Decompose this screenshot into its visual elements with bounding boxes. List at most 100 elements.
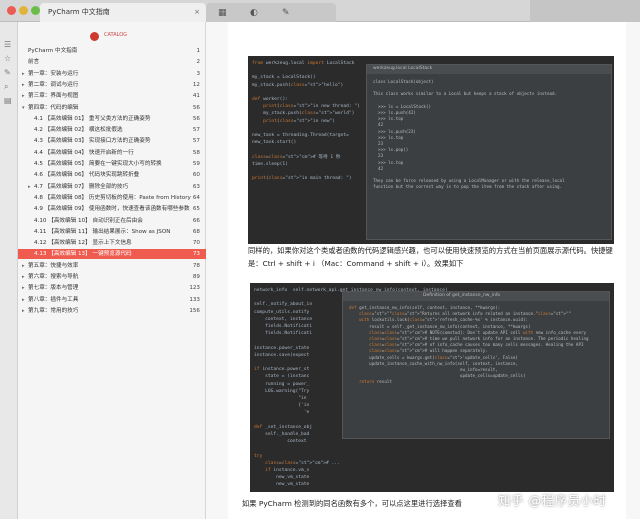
toc-item-page: 156 — [189, 307, 200, 314]
toc-item[interactable]: 4.11 【高效编辑 11】 输出结果展示：Show as JSON 68 — [18, 227, 206, 237]
toc-item-page: 57 — [192, 127, 200, 134]
toc-item[interactable]: 4.13 【高效编辑 13】 一键预览源代码 73 — [18, 249, 206, 260]
toc-item-page: 56 — [192, 115, 200, 122]
close-tab-icon[interactable]: × — [194, 3, 200, 22]
document-tab[interactable]: PyCharm 中文指南 × — [40, 3, 206, 22]
toc-item-page: 1 — [196, 48, 200, 54]
app-window: PyCharm 中文指南 × ▦ ◐ ✎ ☰ ☆ ✎ ⌕ ▤ CATALOG P… — [0, 0, 640, 519]
toc-item-label: 4.2 【高效编辑 02】 横这松批假选 — [34, 127, 123, 134]
quick-doc-popup-header: werkzeug.local LocalStack — [367, 65, 611, 74]
toc-item-page: 56 — [192, 104, 200, 111]
toc-item[interactable]: ▸ 4.7 【高效编辑 07】 删除全部的技巧 63 — [18, 182, 206, 192]
toc-item[interactable]: ▸ 第八章：插件与工具 133 — [18, 295, 206, 305]
toc-item[interactable]: 4.8 【高效编辑 08】 历史剪切板的使用：Paste from Histor… — [18, 193, 206, 203]
toc-item-label: 4.7 【高效编辑 07】 删除全部的技巧 — [34, 183, 129, 190]
search-icon[interactable]: ⌕ — [4, 82, 8, 92]
list-icon[interactable]: ☰ — [4, 40, 11, 49]
toc-item-label: 4.4 【高效编辑 04】 快速开启新的一行 — [34, 149, 134, 156]
document-area: from werkzeug.local import LocalStack my… — [206, 22, 640, 519]
toc-item[interactable]: ▸ 第二章：调试与运行 12 — [18, 80, 206, 90]
chevron-right-icon[interactable]: ▸ — [22, 295, 25, 305]
toc-item-label: PyCharm 中文指南 — [28, 48, 78, 54]
toc-item-page: 78 — [192, 262, 200, 269]
toc-sidebar: CATALOG PyCharm 中文指南 1 前言 2 ▸ 第一章：安装与运行 3 ▸ 第二章：… — [18, 22, 206, 519]
chevron-right-icon[interactable]: ▸ — [22, 69, 25, 79]
toc-item-label: 4.13 【高效编辑 13】 一键预览源代码 — [34, 251, 132, 258]
toc-item[interactable]: 4.12 【高效编辑 12】 显示上下文信息 70 — [18, 238, 206, 248]
toc-item-label: 第二章：调试与运行 — [28, 81, 79, 88]
toc-item[interactable]: ▾ 第四章：代码的编辑 56 — [18, 103, 206, 113]
chevron-right-icon[interactable]: ▸ — [22, 91, 25, 101]
toc-item-page: 66 — [192, 217, 200, 224]
chevron-right-icon[interactable]: ▸ — [22, 80, 25, 90]
star-icon[interactable]: ☆ — [4, 54, 11, 63]
toc-item-label: 4.10 【高效编辑 10】 自动识别正在后由会 — [34, 217, 143, 224]
toc-item-page: 2 — [196, 59, 200, 66]
toc-item-label: 4.8 【高效编辑 08】 历史剪切板的使用：Paste from Histor… — [34, 194, 191, 201]
toc-item[interactable]: ▸ 第三章：界面与视图 41 — [18, 91, 206, 101]
definition-popup-title: Definition of get_instance_nw_info — [423, 293, 501, 298]
left-rail: ☰ ☆ ✎ ⌕ ▤ — [0, 22, 18, 519]
pen-icon[interactable]: ✎ — [282, 8, 290, 19]
maximize-window-button[interactable] — [31, 6, 40, 15]
chevron-down-icon[interactable]: ▾ — [22, 103, 25, 113]
toc-item[interactable]: 4.4 【高效编辑 04】 快速开启新的一行 58 — [18, 148, 206, 158]
toc-item-label: 第六章：搜索与导航 — [28, 274, 79, 280]
toc-item-label: 4.5 【高效编辑 05】 简要在一键实现大小写的转换 — [34, 161, 162, 167]
toc-item-page: 41 — [192, 93, 200, 100]
toc-item[interactable]: 4.10 【高效编辑 10】 自动识别正在后由会 66 — [18, 216, 206, 226]
close-window-button[interactable] — [7, 6, 16, 15]
toc-item[interactable]: 4.1 【高效编辑 01】 重写父类方法的正确姿势 56 — [18, 114, 206, 124]
toc-item-page: 68 — [192, 228, 200, 235]
quick-doc-popup-title: werkzeug.local LocalStack — [373, 66, 433, 71]
grid-icon[interactable]: ▦ — [218, 8, 227, 19]
chevron-right-icon[interactable]: ▸ — [28, 182, 31, 192]
toc-item[interactable]: 4.2 【高效编辑 02】 横这松批假选 57 — [18, 125, 206, 135]
edit-icon[interactable]: ✎ — [4, 68, 11, 77]
toolbar-strip: ▦ ◐ ✎ — [206, 3, 336, 22]
toc-item-page: 59 — [192, 161, 200, 167]
toc-item-page: 63 — [192, 183, 200, 190]
chevron-right-icon[interactable]: ▸ — [22, 306, 25, 316]
toc-item[interactable]: ▸ 第九章：常用的技巧 156 — [18, 306, 206, 316]
toc-item[interactable]: 4.9 【高效编辑 09】 使用函数时，快速查看该函数有哪些参数 65 — [18, 204, 206, 214]
toc-item-label: 第七章：版本与管理 — [28, 285, 79, 292]
toc-item-page: 65 — [192, 206, 200, 213]
document-tab-title: PyCharm 中文指南 — [48, 8, 110, 16]
toc-item-page: 58 — [192, 149, 200, 156]
toc-item[interactable]: ▸ 第五章：快捷与效率 78 — [18, 261, 206, 271]
code-screenshot-2: network_info self.network_api.get_instan… — [250, 283, 614, 492]
toc-item[interactable]: PyCharm 中文指南 1 — [18, 46, 206, 56]
toc-item[interactable]: ▸ 第七章：版本与管理 123 — [18, 283, 206, 293]
toc-item-label: 第九章：常用的技巧 — [28, 307, 79, 314]
toc-item[interactable]: ▸ 第一章：安装与运行 3 — [18, 69, 206, 79]
toc-item-page: 70 — [192, 240, 200, 247]
toc-item-page: 89 — [192, 274, 200, 280]
toc-item-page: 3 — [196, 70, 200, 77]
toc-item[interactable]: 4.3 【高效编辑 03】 实现接口方法的正确姿势 57 — [18, 136, 206, 146]
chevron-right-icon[interactable]: ▸ — [22, 283, 25, 293]
definition-popup-header: Definition of get_instance_nw_info — [343, 292, 609, 301]
toc-item-label: 4.11 【高效编辑 11】 输出结果展示：Show as JSON — [34, 228, 171, 235]
toc-item-label: 第三章：界面与视图 — [28, 93, 79, 100]
toc-item[interactable]: 4.5 【高效编辑 05】 简要在一键实现大小写的转换 59 — [18, 159, 206, 169]
toc-item-page: 73 — [192, 251, 200, 258]
toc-item[interactable]: 前言 2 — [18, 57, 206, 67]
minimize-window-button[interactable] — [19, 6, 28, 15]
chevron-right-icon[interactable]: ▸ — [22, 272, 25, 282]
doc-icon[interactable]: ▤ — [4, 96, 12, 105]
toc-item-label: 前言 — [28, 59, 40, 66]
code-screenshot-1: from werkzeug.local import LocalStack my… — [248, 56, 614, 244]
half-circle-icon[interactable]: ◐ — [250, 8, 258, 19]
toc-item[interactable]: 4.6 【高效编辑 06】 代码块实现跳转折叠 60 — [18, 170, 206, 180]
toc-item-label: 第八章：插件与工具 — [28, 296, 79, 303]
catalog-logo-icon — [90, 32, 99, 41]
toc-item[interactable]: ▸ 第六章：搜索与导航 89 — [18, 272, 206, 282]
toc-item-label: 第五章：快捷与效率 — [28, 262, 79, 269]
toc-item-page: 12 — [192, 81, 200, 88]
chevron-right-icon[interactable]: ▸ — [22, 261, 25, 271]
toc-item-label: 4.3 【高效编辑 03】 实现接口方法的正确姿势 — [34, 138, 151, 145]
title-bar-right — [530, 0, 640, 22]
toc-item-page: 123 — [189, 285, 200, 292]
toc-item-page: 57 — [192, 138, 200, 145]
